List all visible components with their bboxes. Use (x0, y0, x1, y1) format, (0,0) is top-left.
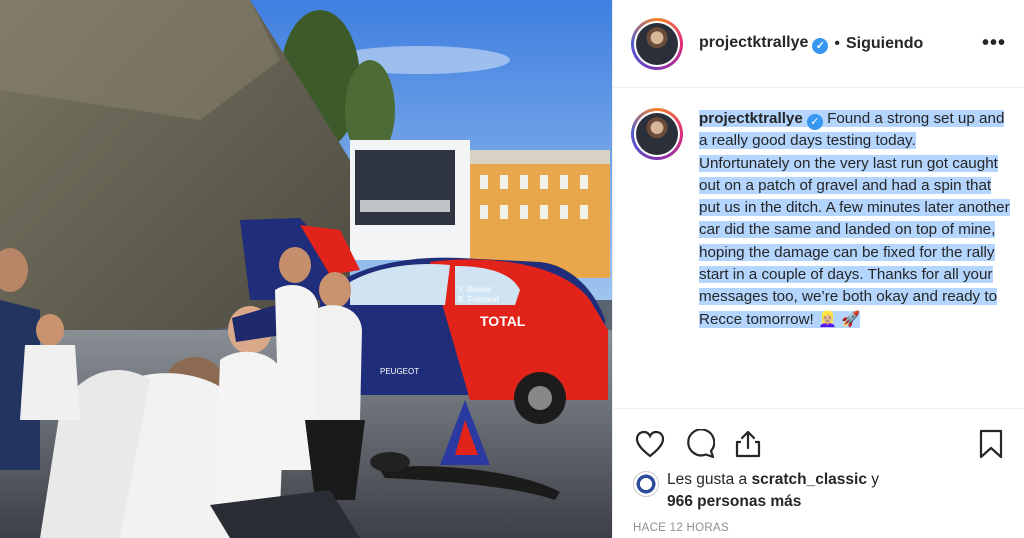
header-separator: • (834, 34, 840, 52)
caption-text: projectktrallye ✓ Found a strong set up a… (699, 108, 1010, 331)
caption: projectktrallye ✓ Found a strong set up a… (631, 108, 1010, 331)
bookmark-icon[interactable] (974, 427, 1008, 461)
verified-badge-icon: ✓ (812, 37, 829, 54)
post-timestamp[interactable]: HACE 12 HORAS (633, 522, 729, 534)
caption-body: Found a strong set up and a really good … (699, 110, 1010, 328)
driver-name-2: B. Fulcrand (458, 295, 499, 304)
car-total-logo: TOTAL (480, 313, 526, 329)
author-username[interactable]: projectktrallye ✓ (699, 34, 829, 54)
likes-conj: y (871, 471, 880, 488)
post-side-panel: projectktrallye ✓ • Siguiendo ••• project… (612, 0, 1024, 538)
car-peugeot-text: PEUGEOT (380, 367, 419, 376)
author-username-text[interactable]: projectktrallye (699, 34, 808, 51)
caption-author-avatar[interactable] (631, 108, 683, 160)
likes-summary: Les gusta a scratch_classic y 966 person… (633, 469, 879, 513)
author-avatar[interactable] (631, 17, 683, 70)
caption-username[interactable]: projectktrallye (699, 110, 803, 127)
post-actions: Les gusta a scratch_classic y 966 person… (613, 408, 1024, 538)
more-options-icon[interactable]: ••• (982, 32, 1006, 55)
liker-username[interactable]: scratch_classic (751, 471, 866, 488)
liker-avatar[interactable] (633, 471, 659, 497)
share-icon[interactable] (731, 427, 765, 461)
heart-icon[interactable] (633, 427, 667, 461)
comment-icon[interactable] (683, 427, 717, 461)
following-button[interactable]: Siguiendo (846, 35, 923, 53)
likes-prefix: Les gusta a (667, 471, 748, 488)
post-photo[interactable]: TOTAL PEUGEOT Y. Rossel B. Fulcrand (0, 0, 612, 538)
caption-verified-badge-icon: ✓ (806, 114, 823, 130)
driver-name-1: Y. Rossel (458, 285, 491, 294)
likes-count-link[interactable]: 966 personas más (667, 493, 801, 510)
post-header: projectktrallye ✓ • Siguiendo ••• (613, 0, 1024, 88)
